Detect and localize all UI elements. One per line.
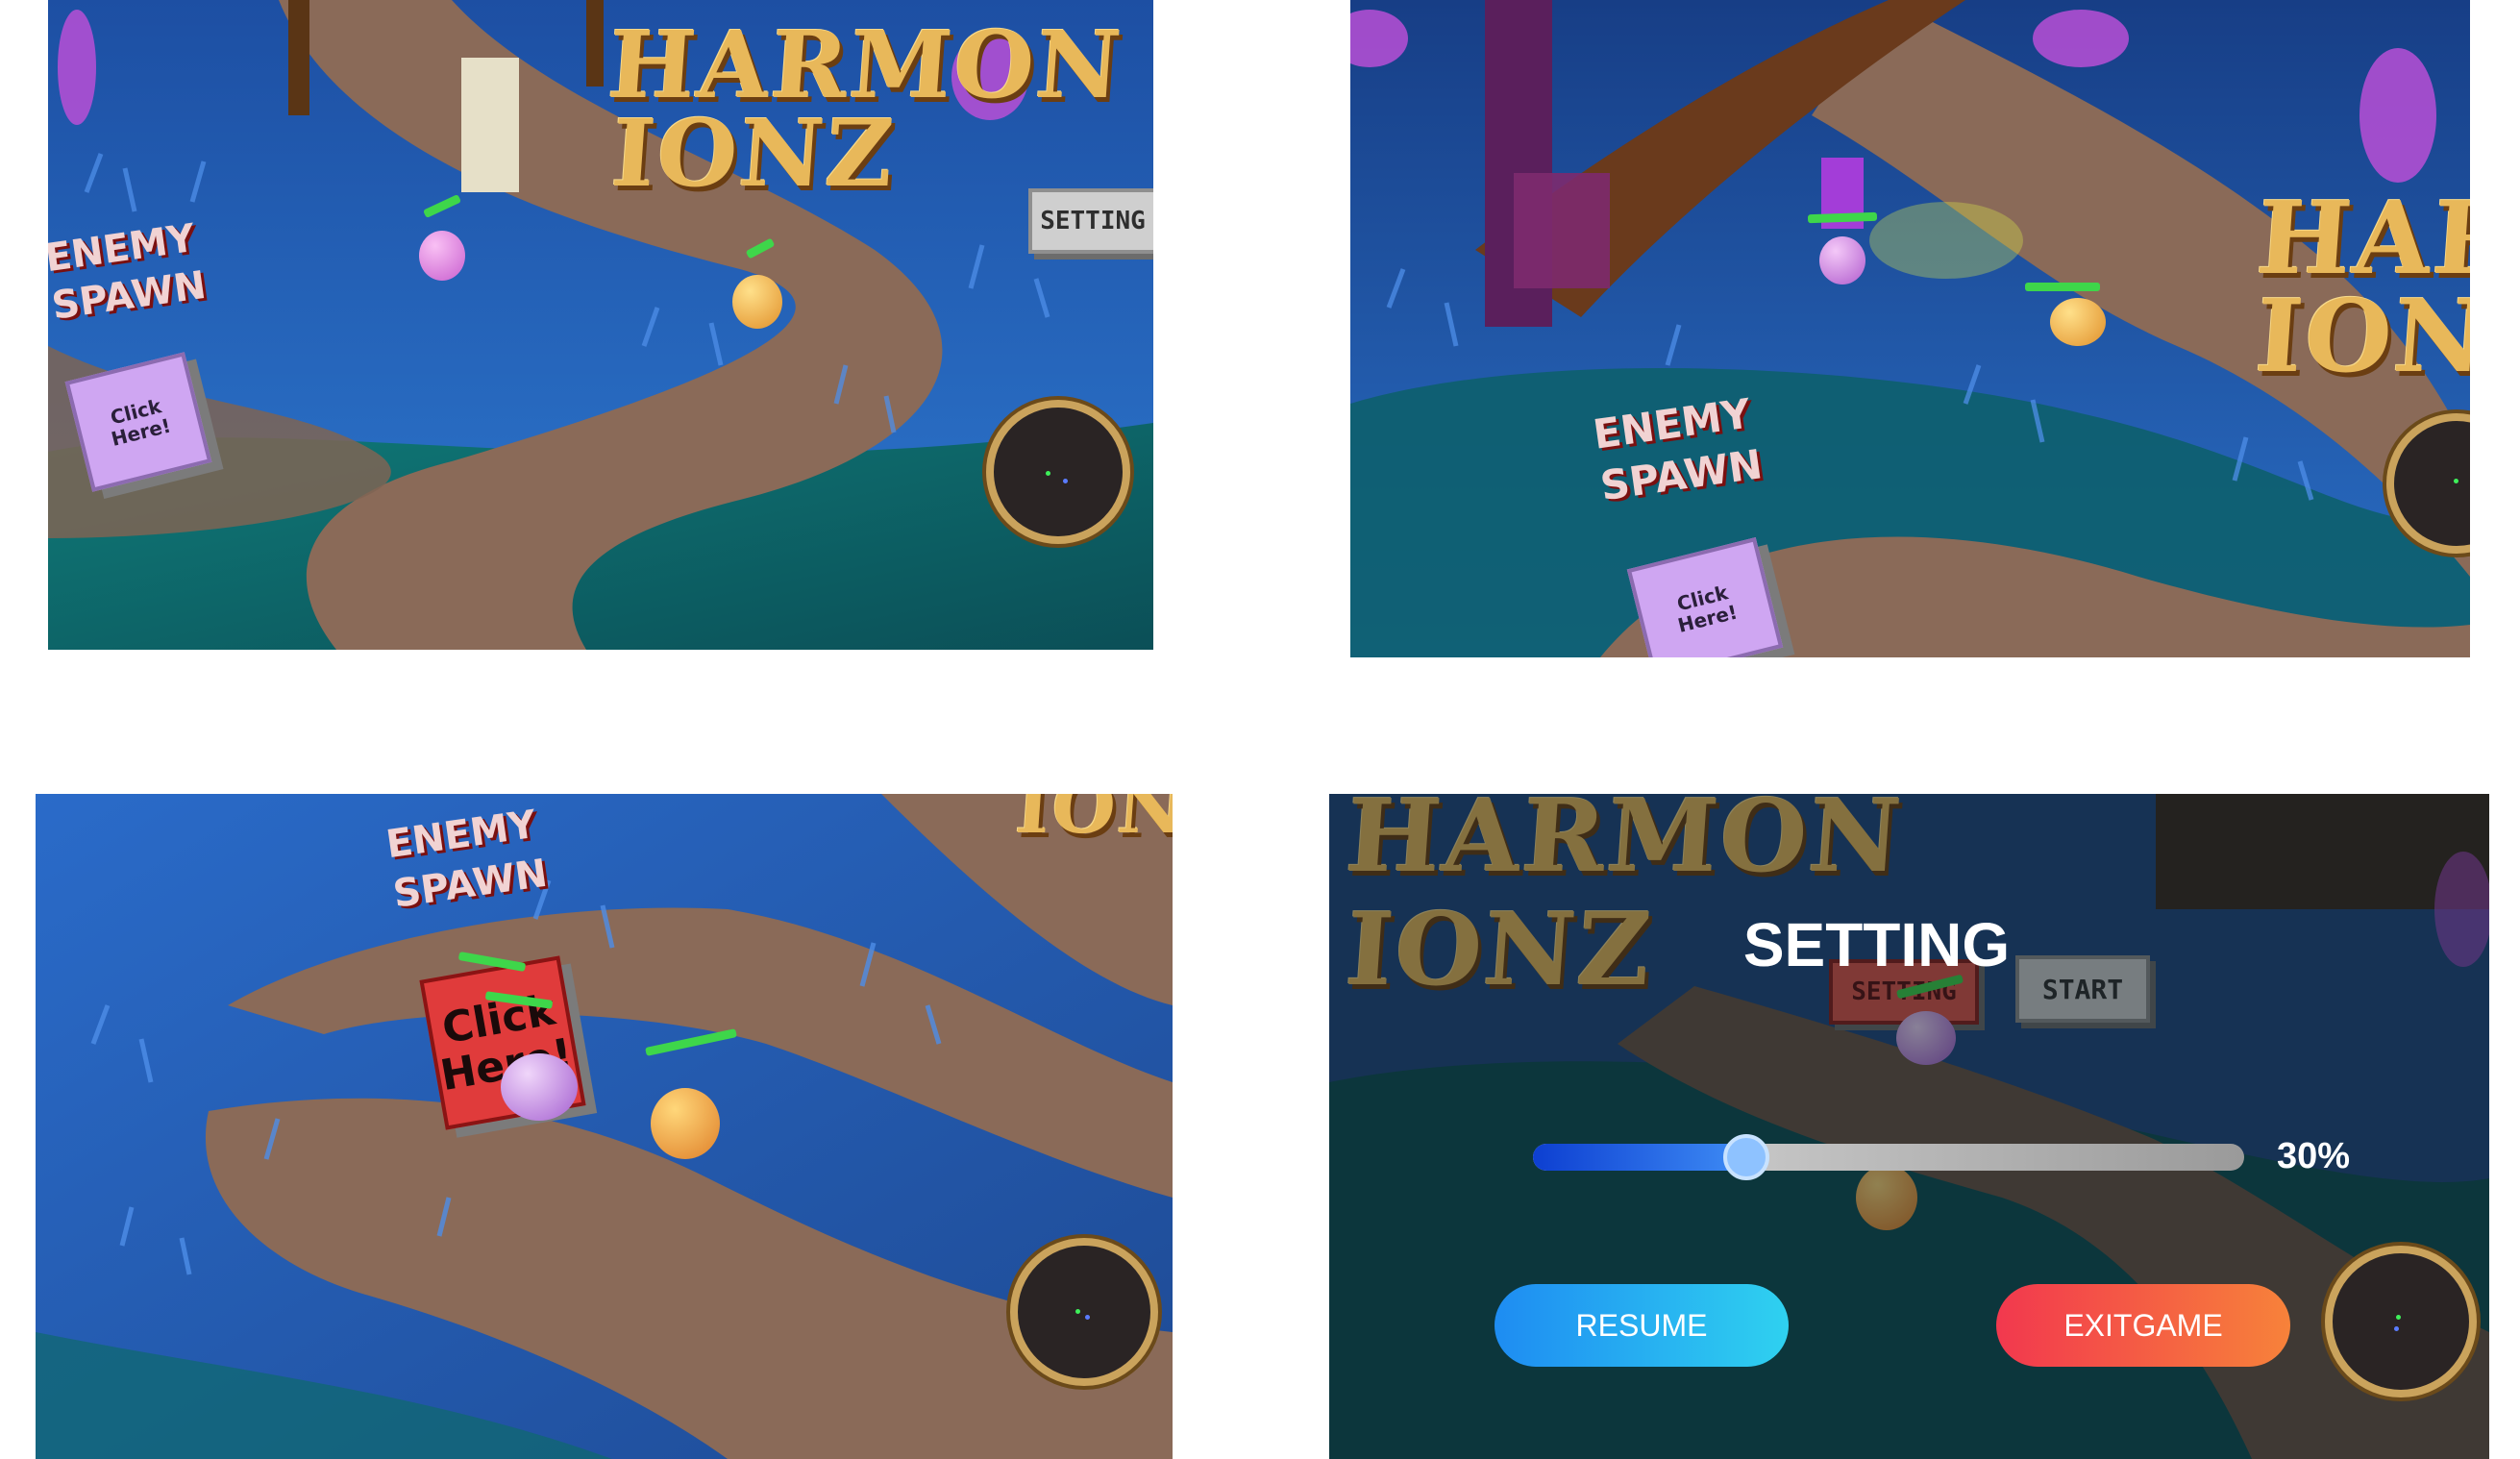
resume-button[interactable]: RESUME: [1495, 1284, 1789, 1367]
joystick-dot-blue: [1085, 1315, 1090, 1320]
enemy-spawn-sign: ENEMY SPAWN: [383, 803, 550, 917]
setting-sign-button[interactable]: SETTING: [1028, 188, 1153, 254]
game-title-logo: HARMON IONZ: [599, 11, 1126, 208]
joystick-icon[interactable]: [986, 400, 1130, 544]
screenshot-panel-2: HAR IONZ ENEMY SPAWN Click Here!: [1350, 0, 2470, 657]
enemy-spawn-sign: ENEMY SPAWN: [48, 216, 209, 329]
orange-creature-health-bar: [2025, 283, 2100, 291]
game-title-line2: IONZ: [607, 99, 900, 208]
screenshot-panel-3: IONZ ENEMY SPAWN Click Here!: [36, 794, 1173, 1459]
game-title-line2: IONZ: [2252, 277, 2470, 395]
joystick-dot-green: [1046, 471, 1050, 476]
purple-creature: [1819, 236, 1865, 284]
joystick-dot-blue: [2394, 1326, 2399, 1331]
game-title-line1: IONZ: [1012, 794, 1173, 850]
volume-percent-label: 30%: [2277, 1136, 2351, 1176]
joystick-dot-green: [2454, 479, 2458, 483]
game-title-line1: HAR: [2253, 179, 2470, 297]
volume-slider[interactable]: [1533, 1134, 2244, 1180]
volume-slider-knob[interactable]: [1723, 1134, 1769, 1180]
enemy-spawn-sign: ENEMY SPAWN: [1591, 389, 1766, 509]
joystick-icon[interactable]: [2325, 1246, 2477, 1397]
joystick-dot-green: [2396, 1315, 2401, 1320]
game-title-logo: IONZ: [1012, 794, 1173, 850]
settings-menu-title: SETTING: [1742, 910, 2011, 979]
orange-creature: [651, 1088, 720, 1159]
game-title-logo: HAR IONZ: [2247, 179, 2470, 395]
screenshot-panel-1: HARMON IONZ ENEMY SPAWN Click Here! SETT…: [48, 0, 1153, 650]
joystick-dot-green: [1075, 1309, 1080, 1314]
joystick-icon[interactable]: [1010, 1238, 1158, 1386]
game-title-line1: HARMON: [605, 11, 1126, 119]
orange-creature: [2050, 298, 2106, 346]
game-scene-background: [36, 794, 1173, 1459]
pink-creature: [419, 231, 465, 281]
screenshot-panel-4: HARMON IONZ SETTING START SETTING 30% RE…: [1329, 794, 2489, 1459]
joystick-dot-blue: [1063, 479, 1068, 483]
orange-creature: [732, 275, 782, 329]
purple-creature: [501, 1053, 578, 1121]
settings-dim-overlay: [1329, 794, 2489, 1459]
exitgame-button[interactable]: EXITGAME: [1996, 1284, 2290, 1367]
volume-slider-fill: [1533, 1144, 1746, 1171]
